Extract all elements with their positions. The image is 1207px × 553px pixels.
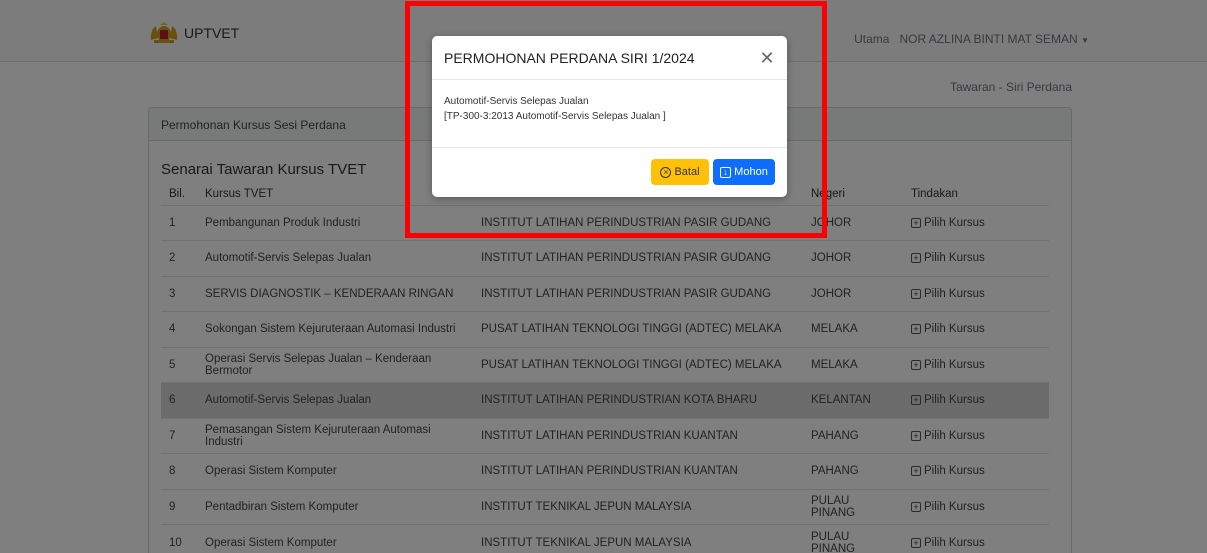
modal-divider (432, 147, 787, 148)
modal-body: Automotif-Servis Selepas Jualan [TP-300-… (444, 94, 666, 124)
modal-course-code: [TP-300-3:2013 Automotif-Servis Selepas … (444, 111, 666, 122)
application-modal: PERMOHONAN PERDANA SIRI 1/2024 ✕ Automot… (432, 36, 787, 197)
cancel-label: Batal (674, 166, 700, 178)
apply-button[interactable]: ↓ Mohon (713, 159, 775, 185)
modal-course-name: Automotif-Servis Selepas Jualan (444, 96, 589, 107)
download-icon: ↓ (720, 166, 732, 178)
cancel-button[interactable]: × Batal (651, 159, 709, 185)
apply-label: Mohon (734, 166, 768, 178)
close-icon[interactable]: ✕ (757, 48, 777, 68)
modal-divider (432, 79, 787, 80)
modal-title: PERMOHONAN PERDANA SIRI 1/2024 (444, 50, 695, 66)
x-circle-icon: × (660, 166, 672, 178)
